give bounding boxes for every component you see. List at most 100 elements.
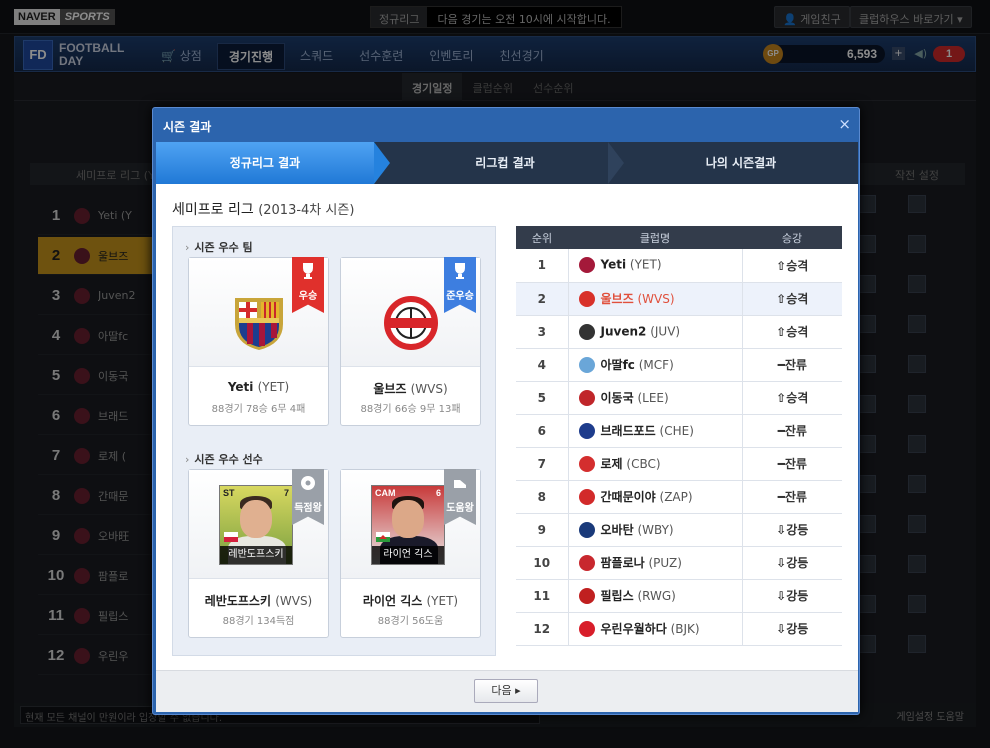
champion-badge-text: 우승 — [298, 291, 318, 302]
standings-row[interactable]: 2 울브즈 (WVS) ⇧승격 — [516, 282, 842, 316]
team-stats: 88경기 78승 6무 4패 — [211, 404, 306, 415]
club-abbr: (WBY) — [637, 522, 674, 537]
up-arrow-icon: ⇧ — [776, 391, 787, 405]
top-assist-card[interactable]: CAM 6 라이언 긱스 도움왕 라이언 긱스 (YET) 88경기 56도움 — [340, 469, 481, 638]
standings-row[interactable]: 6 브래드포드 (CHE) ━잔류 — [516, 414, 842, 448]
club-cell: 아딸fc (MCF) — [567, 348, 743, 382]
standings-row[interactable]: 9 오바탄 (WBY) ⇩강등 — [516, 513, 842, 547]
club-name: 오바탄 — [600, 522, 634, 537]
standings-table: 순위 클럽명 승강 1 Yeti (YET) ⇧승격 2 울브즈 (WVS) ⇧승격 3 Ju… — [516, 226, 842, 646]
result-label: 승격 — [786, 325, 809, 339]
club-name: 아딸fc — [600, 357, 635, 372]
standings-row[interactable]: 11 필립스 (RWG) ⇩강등 — [516, 579, 842, 613]
league-name: 세미프로 리그 — [172, 202, 254, 218]
result-label: 강등 — [786, 556, 809, 570]
rank-cell: 4 — [516, 348, 568, 382]
player-rating: 6 — [435, 488, 441, 498]
club-abbr: (RWG) — [637, 588, 676, 603]
club-abbr: (BJK) — [670, 621, 700, 636]
result-cell: ⇩강등 — [742, 513, 842, 547]
standings-row[interactable]: 10 팜플로나 (PUZ) ⇩강등 — [516, 546, 842, 580]
result-label: 승격 — [786, 391, 809, 405]
player-club-abbr: (YET) — [426, 594, 459, 608]
next-button[interactable]: 다음 ▸ — [474, 679, 538, 703]
player-name: 레반도프스키 — [204, 594, 271, 608]
club-abbr: (YET) — [629, 257, 662, 272]
player-caption: 라이언 긱스 — [372, 546, 444, 564]
standings-row[interactable]: 7 로제 (CBC) ━잔류 — [516, 447, 842, 481]
club-abbr: (CHE) — [659, 423, 694, 438]
top-scorer-ribbon: 득점왕 — [292, 469, 324, 525]
runner-up-team-card[interactable]: 준우승 울브즈 (WVS) 88경기 66승 9무 13패 — [340, 257, 481, 426]
standings-row[interactable]: 4 아딸fc (MCF) ━잔류 — [516, 348, 842, 382]
result-cell: ⇩강등 — [742, 579, 842, 613]
top-scorer-card[interactable]: ST 7 레반도프스키 득점왕 레반도프스키 (WVS) 88경기 134득점 — [188, 469, 329, 638]
tab-arrow — [374, 142, 390, 184]
club-emblem-icon — [578, 522, 595, 539]
player-rating: 7 — [283, 488, 289, 498]
champion-team-card[interactable]: 우승 Yeti (YET) 88경기 78승 6무 4패 — [188, 257, 329, 426]
club-abbr: (JUV) — [650, 324, 681, 338]
club-name: 필립스 — [600, 588, 634, 603]
standings-row[interactable]: 1 Yeti (YET) ⇧승격 — [516, 249, 842, 283]
poland-flag-icon — [224, 532, 238, 542]
club-cell: 울브즈 (WVS) — [567, 282, 743, 316]
tab-league-cup[interactable]: 리그컵 결과 — [390, 142, 620, 184]
result-cell: ━잔류 — [742, 447, 842, 481]
club-abbr: (WVS) — [637, 291, 675, 306]
team-stats: 88경기 66승 9무 13패 — [360, 404, 461, 415]
keep-arrow-icon: ━ — [777, 457, 785, 471]
keep-arrow-icon: ━ — [777, 424, 785, 438]
club-emblem-icon — [578, 357, 595, 374]
result-cell: ━잔류 — [742, 414, 842, 448]
result-label: 강등 — [786, 589, 809, 603]
league-title: 세미프로 리그 (2013-4차 시즌) — [172, 199, 354, 219]
modal-footer: 다음 ▸ — [156, 670, 858, 712]
club-name: Yeti — [600, 257, 627, 272]
wales-flag-icon — [376, 532, 390, 542]
result-label: 강등 — [786, 622, 809, 636]
up-arrow-icon: ⇧ — [776, 292, 787, 306]
club-cell: 이동국 (LEE) — [567, 381, 743, 415]
result-cell: ⇩강등 — [742, 546, 842, 580]
result-cell: ━잔류 — [742, 348, 842, 382]
standings-row[interactable]: 5 이동국 (LEE) ⇧승격 — [516, 381, 842, 415]
tab-regular-league[interactable]: 정규리그 결과 — [156, 142, 374, 184]
club-abbr: (LEE) — [637, 390, 669, 405]
club-emblem-icon — [578, 588, 595, 605]
club-emblem-icon — [578, 456, 595, 473]
modal-tabs: 정규리그 결과 리그컵 결과 나의 시즌결과 — [156, 142, 858, 184]
club-cell: 필립스 (RWG) — [567, 579, 743, 613]
rank-cell: 5 — [516, 381, 568, 415]
club-name: 브래드포드 — [600, 423, 656, 438]
rank-cell: 11 — [516, 579, 568, 613]
club-cell: 로제 (CBC) — [567, 447, 743, 481]
club-name: 팜플로나 — [600, 555, 645, 570]
standings-row[interactable]: 8 간때문이야 (ZAP) ━잔류 — [516, 480, 842, 514]
close-icon[interactable]: × — [838, 115, 851, 133]
up-arrow-icon: ⇧ — [776, 325, 787, 339]
club-emblem-icon — [578, 390, 595, 407]
team-name: Yeti — [227, 380, 254, 394]
trophy-icon — [303, 263, 313, 279]
leverkusen-crest-icon — [384, 296, 438, 350]
top-assist-ribbon: 도움왕 — [444, 469, 476, 525]
result-label: 잔류 — [784, 490, 807, 504]
trophy-icon — [455, 263, 465, 279]
result-cell: ⇩강등 — [742, 612, 842, 646]
club-name: 이동국 — [600, 390, 634, 405]
player-stats: 88경기 56도움 — [377, 616, 444, 627]
club-cell: 간때문이야 (ZAP) — [567, 480, 743, 514]
player-stats: 88경기 134득점 — [222, 616, 295, 627]
season-result-modal: 시즌 결과 × 정규리그 결과 리그컵 결과 나의 시즌결과 세미프로 리그 (… — [152, 107, 860, 715]
tab-my-season[interactable]: 나의 시즌결과 — [624, 142, 858, 184]
player-name: 라이언 긱스 — [362, 594, 423, 608]
result-cell: ⇧승격 — [742, 249, 842, 283]
club-cell: 오바탄 (WBY) — [567, 513, 743, 547]
rank-cell: 12 — [516, 612, 568, 646]
runner-up-badge-text: 준우승 — [446, 291, 474, 302]
club-emblem-icon — [578, 555, 595, 572]
standings-row[interactable]: 12 우린우월하다 (BJK) ⇩강등 — [516, 612, 842, 646]
club-emblem-icon — [578, 257, 595, 274]
standings-row[interactable]: 3 Juven2 (JUV) ⇧승격 — [516, 315, 842, 349]
